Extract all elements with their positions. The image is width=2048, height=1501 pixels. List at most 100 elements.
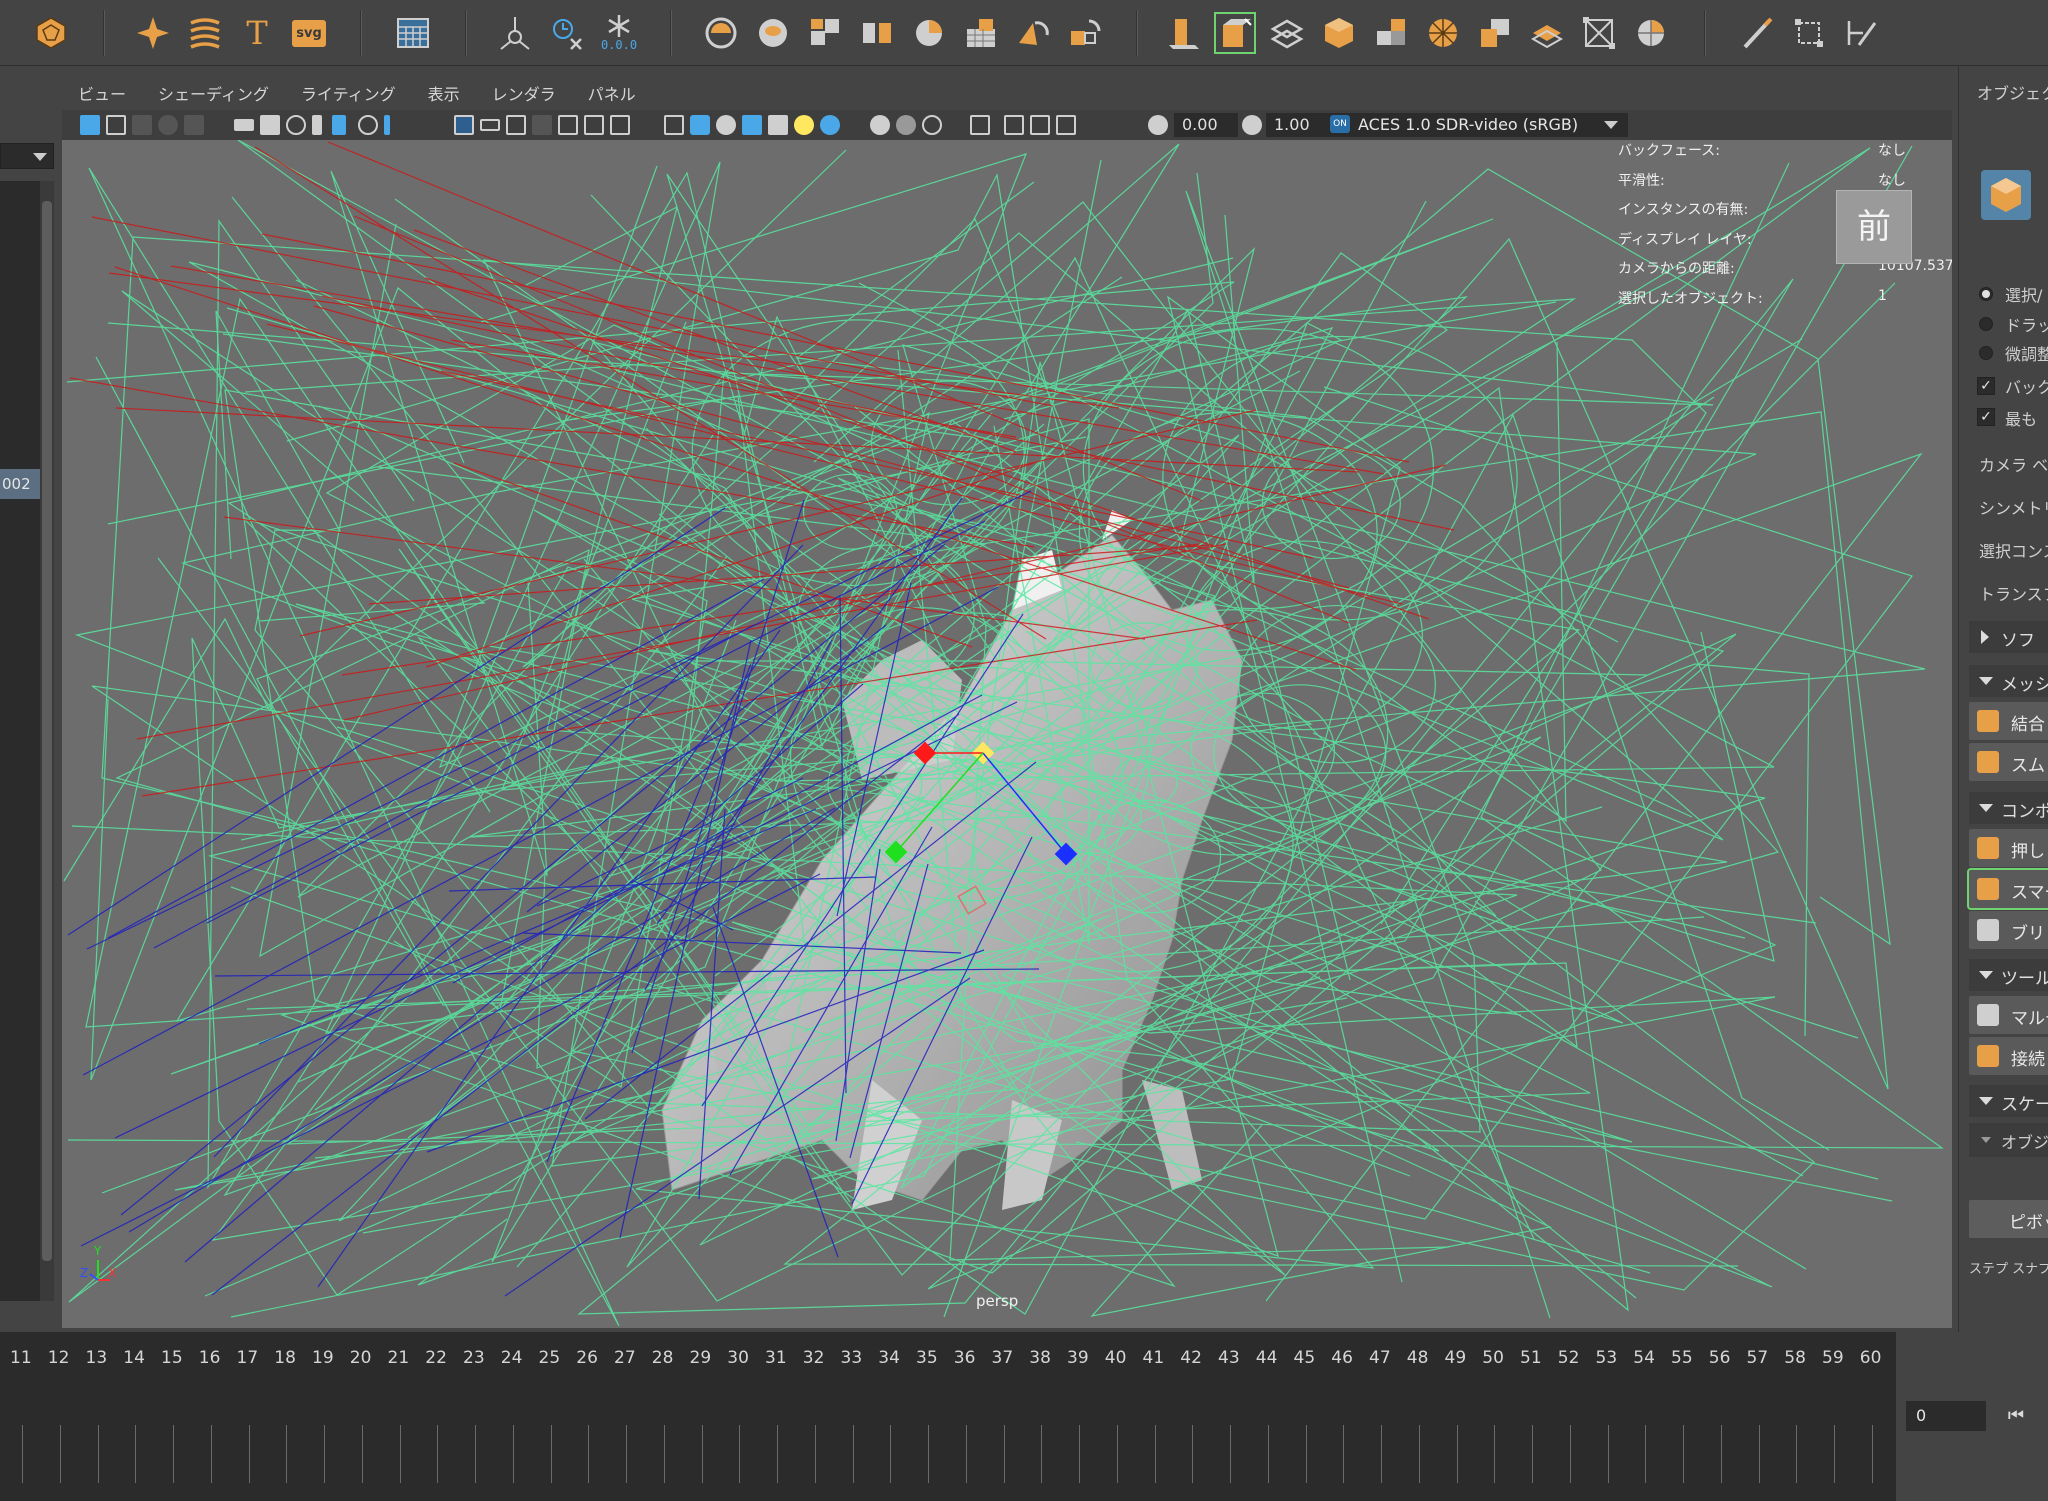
resolution-gate-icon[interactable]	[286, 115, 306, 135]
extract-icon[interactable]	[804, 12, 846, 54]
shadows-icon[interactable]	[664, 115, 684, 135]
section-soft-select[interactable]: ソフ	[1969, 621, 2048, 653]
current-frame-field[interactable]: 0	[1906, 1401, 1986, 1431]
object-dropdown[interactable]: オブジ	[1969, 1123, 2048, 1157]
anti-aliasing-icon[interactable]	[742, 115, 762, 135]
time-warp-icon[interactable]	[546, 12, 588, 54]
checkbox-backface[interactable]: ✓	[1977, 377, 1995, 395]
default-material-icon[interactable]	[532, 115, 552, 135]
wedge-icon[interactable]	[1526, 12, 1568, 54]
target-weld-icon[interactable]	[1788, 12, 1830, 54]
isolate-select-icon[interactable]	[820, 115, 840, 135]
film-gate-icon[interactable]	[260, 115, 280, 135]
safe-action-icon[interactable]	[358, 115, 378, 135]
xray-icon[interactable]	[870, 115, 890, 135]
booleans-icon[interactable]	[856, 12, 898, 54]
select-camera-icon[interactable]	[80, 115, 100, 135]
image-plane-icon[interactable]	[158, 115, 178, 135]
plane-grid-icon[interactable]	[392, 12, 434, 54]
scrollbar-thumb[interactable]	[42, 201, 52, 1261]
camera-center-icon[interactable]	[494, 12, 536, 54]
light-bulb-icon[interactable]	[794, 115, 814, 135]
isolate-icon[interactable]	[1056, 115, 1076, 135]
polygon-helix-icon[interactable]	[184, 12, 226, 54]
append-polygon-icon[interactable]	[1318, 12, 1360, 54]
average-vertices-icon[interactable]	[960, 12, 1002, 54]
menu-shading[interactable]: シェーディング	[142, 81, 285, 105]
hud-icon[interactable]	[1004, 115, 1024, 135]
outliner-list[interactable]	[0, 181, 40, 1301]
perspective-viewport[interactable]: バックフェース:なし 平滑性:なし インスタンスの有無:なし ディスプレイ レイ…	[62, 140, 1952, 1328]
exposure-field[interactable]: 0.00	[1174, 113, 1238, 137]
bookmarks-icon[interactable]	[132, 115, 152, 135]
bevel-edges-icon[interactable]	[1578, 12, 1620, 54]
depth-of-field-icon[interactable]	[768, 115, 788, 135]
menu-lighting[interactable]: ライティング	[285, 81, 412, 105]
checkbox-nearest[interactable]: ✓	[1977, 408, 1995, 426]
menu-view[interactable]: ビュー	[62, 81, 142, 105]
combine-icon[interactable]	[700, 12, 742, 54]
grease-pencil-icon[interactable]	[234, 119, 254, 131]
wireframe-icon[interactable]	[480, 119, 500, 131]
outliner-selected-item[interactable]: 002	[0, 469, 40, 499]
gamma-field[interactable]: 1.00	[1266, 113, 1328, 137]
fill-hole-icon[interactable]	[1370, 12, 1412, 54]
exposure-icon[interactable]	[1148, 115, 1168, 135]
snowflake-counter-icon[interactable]: 0.0.0	[598, 12, 640, 54]
outliner-scrollbar[interactable]	[40, 181, 54, 1301]
smooth-button[interactable]: スム	[1969, 743, 2048, 781]
multi-cut-button[interactable]: マルチ	[1969, 996, 2048, 1034]
textured-icon[interactable]	[584, 115, 604, 135]
bevel-icon[interactable]	[1214, 12, 1256, 54]
motion-blur-icon[interactable]	[716, 115, 736, 135]
smooth-shade-icon[interactable]	[506, 115, 526, 135]
menu-panels[interactable]: パネル	[572, 81, 652, 105]
color-management-toggle[interactable]: ON	[1330, 115, 1350, 133]
make-hole-icon[interactable]	[1422, 12, 1464, 54]
go-to-start-button[interactable]: ⏮	[1996, 1401, 2036, 1431]
connect-button[interactable]: 接続	[1969, 1037, 2048, 1075]
view-cube[interactable]: 前	[1836, 190, 1912, 264]
connect-icon[interactable]	[1840, 12, 1882, 54]
outliner-filter-dropdown[interactable]	[0, 143, 54, 169]
separate-icon[interactable]	[752, 12, 794, 54]
svg-tool-icon[interactable]: svg	[288, 12, 330, 54]
2d-pan-zoom-icon[interactable]	[184, 115, 204, 135]
select-mode-icon[interactable]	[970, 115, 990, 135]
section-scale[interactable]: スケー	[1969, 1085, 2048, 1117]
radio-tweak[interactable]	[1979, 346, 1993, 360]
section-components[interactable]: コンポ	[1969, 792, 2048, 824]
grid-icon[interactable]	[454, 115, 474, 135]
menu-show[interactable]: 表示	[412, 81, 476, 105]
camera-attributes-icon[interactable]	[106, 115, 126, 135]
gate-mask-icon[interactable]	[312, 115, 322, 135]
extrude-button[interactable]: 押し	[1969, 829, 2048, 867]
object-mode-button[interactable]	[1981, 170, 2031, 220]
field-chart-icon[interactable]	[332, 115, 346, 135]
sweep-mesh-icon[interactable]	[132, 12, 174, 54]
radio-drag[interactable]	[1979, 317, 1993, 331]
transfer-attributes-icon[interactable]	[1012, 12, 1054, 54]
section-mesh[interactable]: メッシ	[1969, 665, 2048, 697]
combine-button[interactable]: 結合	[1969, 702, 2048, 740]
xray-joints-icon[interactable]	[896, 115, 916, 135]
radio-select[interactable]	[1979, 287, 1993, 301]
smart-extrude-button[interactable]: スマー	[1967, 868, 2048, 910]
camera-view-icon[interactable]	[1030, 115, 1050, 135]
use-all-lights-icon[interactable]	[610, 115, 630, 135]
wireframe-on-shaded-icon[interactable]	[558, 115, 578, 135]
ambient-occlusion-icon[interactable]	[690, 115, 710, 135]
type-tool-icon[interactable]: T	[236, 12, 278, 54]
extrude-icon[interactable]	[1162, 12, 1204, 54]
bridge-button[interactable]: ブリッ	[1969, 911, 2048, 949]
safe-title-icon[interactable]	[384, 115, 390, 135]
gamma-icon[interactable]	[1242, 115, 1262, 135]
mirror-icon[interactable]	[1064, 12, 1106, 54]
polygon-sphere-icon[interactable]	[30, 12, 72, 54]
color-space-dropdown[interactable]: ON ACES 1.0 SDR-video (sRGB)	[1324, 113, 1628, 137]
menu-renderer[interactable]: レンダラ	[476, 81, 572, 105]
pivot-button[interactable]: ピボッ	[1969, 1200, 2048, 1238]
poke-icon[interactable]	[1474, 12, 1516, 54]
section-tools[interactable]: ツール	[1969, 959, 2048, 991]
circularize-icon[interactable]	[1630, 12, 1672, 54]
